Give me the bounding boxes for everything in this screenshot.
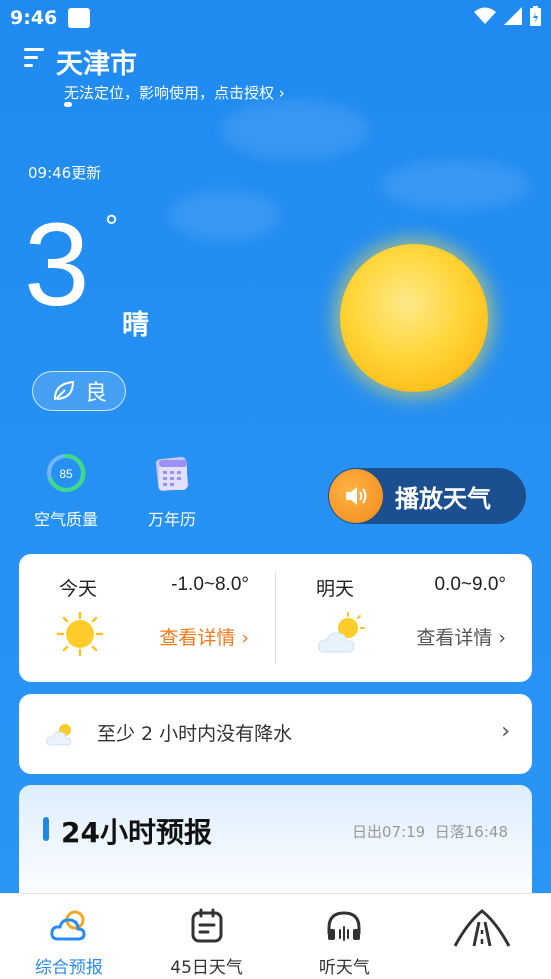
tab-listen-weather[interactable]: 听天气 (276, 894, 414, 979)
tab-road[interactable] (413, 894, 551, 979)
tomorrow-panel[interactable]: 明天 0.0~9.0° 查看详情 › (276, 554, 532, 682)
partly-cloudy-icon (318, 612, 365, 653)
tab-overview[interactable]: 综合预报 (0, 894, 138, 979)
road-icon (453, 909, 511, 947)
today-temp-range: -1.0~8.0° (171, 574, 249, 595)
location-permission-link[interactable]: 无法定位，影响使用，点击授权 › (64, 82, 285, 103)
sun-illustration (340, 244, 488, 392)
weather-condition: 晴 (122, 310, 149, 341)
background-cloud (170, 190, 280, 240)
menu-icon[interactable] (24, 48, 46, 70)
update-time: 09:46更新 (28, 164, 102, 182)
tab-45-day-label: 45日天气 (170, 958, 243, 978)
leaf-icon (53, 380, 75, 401)
section-accent-bar (43, 817, 49, 841)
battery-icon (530, 6, 541, 26)
tomorrow-temp-range: 0.0~9.0° (434, 574, 506, 595)
aqi-gauge-icon: 85 (47, 453, 86, 492)
precipitation-text: 至少 2 小时内没有降水 (97, 723, 293, 745)
tab-45-day[interactable]: 45日天气 (138, 894, 276, 979)
forecast-24h-title: 24小时预报 (61, 816, 212, 849)
wifi-icon (474, 7, 496, 24)
forecast-24h-card: 24小时预报 日出07:19 日落16:48 (19, 785, 532, 905)
sunset-time: 日落16:48 (434, 823, 508, 841)
signal-icon (504, 7, 522, 25)
cloud-sun-icon (50, 910, 86, 941)
headphones-icon (327, 911, 361, 941)
current-temperature: 3 (24, 199, 90, 331)
air-quality-label: 良 (85, 381, 108, 406)
precipitation-card[interactable]: 至少 2 小时内没有降水 › (19, 694, 532, 774)
sun-times: 日出07:19 日落16:48 (352, 821, 508, 842)
play-weather-button[interactable]: 播放天气 (328, 468, 526, 524)
background-cloud (380, 160, 530, 210)
tab-overview-label: 综合预报 (34, 958, 103, 978)
page-indicator (64, 102, 72, 107)
air-quality-tool-label: 空气质量 (33, 510, 98, 529)
sunny-icon (56, 612, 104, 656)
chevron-right-icon: › (501, 719, 510, 744)
tomorrow-label: 明天 (316, 578, 355, 600)
city-title[interactable]: 天津市 (56, 42, 137, 81)
sunrise-time: 日出07:19 (351, 823, 426, 841)
today-panel[interactable]: 今天 -1.0~8.0° 查看详情 › (19, 554, 275, 682)
tomorrow-details-link[interactable]: 查看详情 › (416, 623, 506, 650)
bottom-tab-bar: 综合预报 45日天气 听天气 (0, 893, 551, 979)
notification-icon (68, 8, 90, 28)
air-quality-tool[interactable]: 85 空气质量 (30, 452, 102, 530)
status-bar: 9:46 (0, 0, 551, 36)
speaker-icon (329, 469, 383, 523)
status-time: 9:46 (10, 7, 58, 29)
calendar-icon (155, 456, 189, 492)
calendar-45-icon (191, 908, 223, 943)
calendar-tool[interactable]: 万年历 (142, 452, 202, 530)
calendar-tool-label: 万年历 (147, 510, 196, 529)
today-label: 今天 (59, 578, 98, 600)
degree-symbol: ° (104, 210, 119, 245)
background-cloud (220, 100, 370, 160)
aqi-gauge-value: 85 (59, 467, 73, 481)
partly-cloudy-icon (46, 724, 72, 746)
today-details-link[interactable]: 查看详情 › (159, 623, 249, 650)
tab-listen-weather-label: 听天气 (318, 958, 370, 978)
play-weather-label: 播放天气 (395, 484, 491, 513)
air-quality-badge[interactable]: 良 (32, 371, 126, 411)
daily-summary-card: 今天 -1.0~8.0° 查看详情 › 明天 0.0~9.0° 查看详情 › (19, 554, 532, 682)
